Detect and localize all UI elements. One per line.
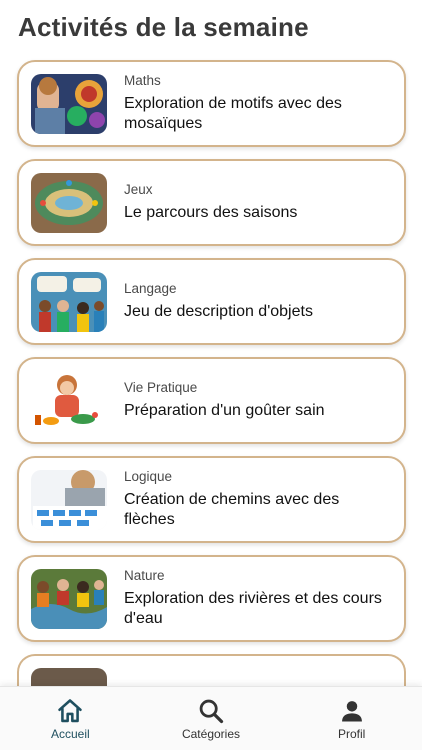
activity-category: Logique: [124, 469, 173, 484]
person-icon: [341, 700, 362, 721]
activity-title: Exploration de motifs avec des mosaïques: [124, 95, 342, 132]
activity-thumbnail: [31, 469, 107, 530]
activity-title: Exploration des rivières et des cours d'…: [124, 590, 382, 627]
activity-thumbnail: [31, 568, 107, 629]
search-icon: [199, 699, 224, 723]
activity-card[interactable]: Vie Pratique Préparation d'un goûter sai…: [17, 357, 406, 444]
activity-category: Nature: [124, 568, 165, 583]
nav-label-profile: Profil: [337, 726, 366, 741]
activity-card-partial[interactable]: [17, 654, 406, 692]
activity-thumbnail: [31, 73, 107, 134]
activity-card[interactable]: Nature Exploration des rivières et des c…: [17, 555, 406, 642]
activity-thumbnail: [31, 172, 107, 233]
nav-item-home[interactable]: Accueil: [20, 697, 120, 741]
bottom-navigation: Accueil Catégories Profil: [0, 686, 422, 750]
activity-category: Vie Pratique: [124, 380, 198, 395]
activity-title: Le parcours des saisons: [124, 204, 298, 221]
activity-category: Jeux: [124, 182, 153, 197]
activity-card[interactable]: Langage Jeu de description d'objets: [17, 258, 406, 345]
activity-title: Création de chemins avec des flèches: [124, 491, 340, 528]
activity-card[interactable]: Logique Création de chemins avec des flè…: [17, 456, 406, 543]
activity-category: Maths: [124, 73, 161, 88]
activity-list: Maths Exploration de motifs avec des mos…: [17, 60, 406, 692]
activity-card[interactable]: Jeux Le parcours des saisons: [17, 159, 406, 246]
nav-item-categories[interactable]: Catégories: [161, 697, 261, 741]
nav-label-home: Accueil: [50, 726, 90, 741]
activity-title: Préparation d'un goûter sain: [124, 402, 325, 419]
activity-card[interactable]: Maths Exploration de motifs avec des mos…: [17, 60, 406, 147]
nav-item-profile[interactable]: Profil: [302, 697, 402, 741]
activity-thumbnail: [31, 271, 107, 332]
nav-label-categories: Catégories: [181, 726, 240, 741]
home-icon: [58, 698, 83, 722]
activity-thumbnail: [31, 370, 107, 431]
activity-category: Langage: [124, 281, 177, 296]
activity-title: Jeu de description d'objets: [124, 303, 313, 320]
page-title: Activités de la semaine: [18, 12, 309, 42]
